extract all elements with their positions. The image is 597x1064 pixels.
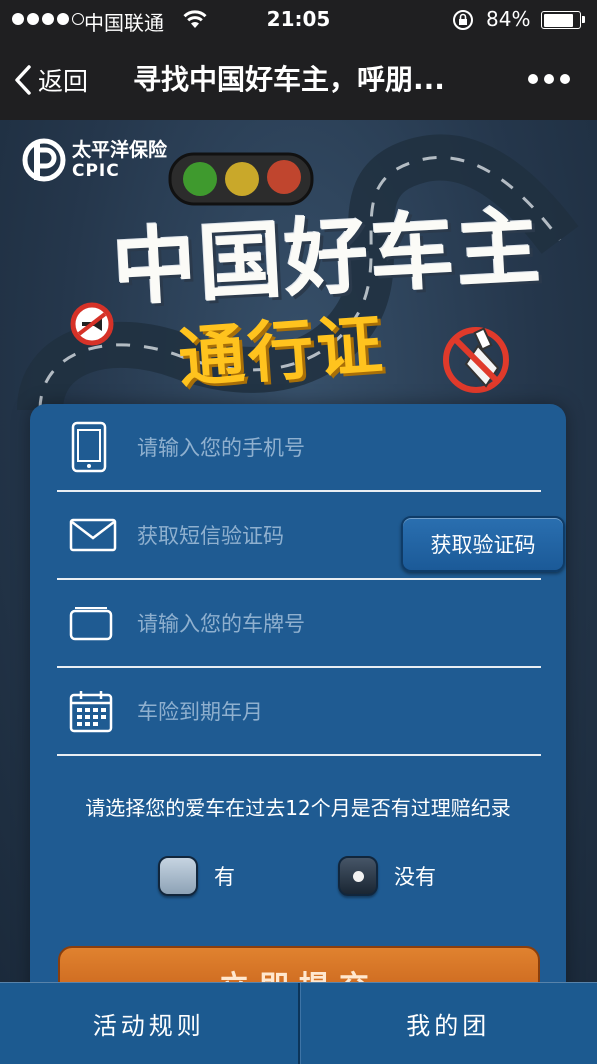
radio-label-yes: 有 — [214, 865, 235, 889]
logo-chinese-name: 太平洋保险 — [72, 138, 168, 161]
registration-form: 获取验证码 请选择您的爱车在过去12个月是否有过理赔纪录 — [30, 404, 566, 982]
submit-button[interactable]: 立即提交 — [58, 946, 540, 982]
radio-label-no: 没有 — [394, 865, 436, 889]
sms-code-input[interactable] — [137, 514, 397, 558]
status-bar: 中国联通 21:05 84% — [0, 0, 597, 40]
plate-input[interactable] — [137, 602, 397, 646]
bottom-tab-bar: 活动规则 我的团 — [0, 982, 597, 1064]
cpic-logo: 太平洋保险 CPIC — [22, 138, 167, 182]
phone-field — [57, 404, 541, 492]
battery-percent: 84% — [486, 7, 531, 31]
radio-box-yes[interactable] — [158, 856, 198, 896]
nav-bar: 返回 寻找中国好车主，呼朋... — [0, 40, 597, 120]
campaign-page: 太平洋保险 CPIC 中国好车主 通行证 请输入您的手机号 获取短信验证码 获取… — [0, 120, 597, 982]
rotation-lock-icon — [453, 10, 473, 30]
radio-option-no[interactable]: 没有 — [338, 856, 436, 896]
back-chevron-icon — [15, 65, 31, 95]
campaign-subhead: 通行证 — [175, 305, 388, 398]
radio-option-yes[interactable]: 有 — [158, 856, 235, 896]
back-button[interactable]: 返回 — [14, 60, 88, 100]
phone-icon — [71, 421, 107, 473]
tab-my-group[interactable]: 我的团 — [300, 983, 597, 1064]
logo-english-name: CPIC — [72, 160, 120, 181]
page-title: 寻找中国好车主，呼朋... — [133, 63, 445, 96]
card-icon — [69, 607, 113, 641]
get-code-button[interactable]: 获取验证码 — [401, 516, 565, 572]
tab-activity-rules[interactable]: 活动规则 — [0, 983, 298, 1064]
calendar-icon — [69, 691, 113, 733]
back-label: 返回 — [38, 67, 89, 96]
claim-question: 请选择您的爱车在过去12个月是否有过理赔纪录 — [85, 796, 511, 820]
expiry-input[interactable] — [137, 690, 397, 734]
cpic-logo-mark — [22, 138, 66, 182]
expiry-field — [57, 668, 541, 756]
phone-input[interactable] — [137, 426, 397, 470]
more-dots-icon[interactable] — [528, 74, 570, 84]
battery-icon — [541, 11, 585, 29]
no-honking-icon — [70, 302, 114, 346]
envelope-icon — [69, 518, 117, 552]
sms-code-field: 获取验证码 — [57, 492, 565, 580]
radio-box-no[interactable] — [338, 856, 378, 896]
no-drinking-icon — [443, 327, 509, 393]
plate-field — [57, 580, 541, 668]
